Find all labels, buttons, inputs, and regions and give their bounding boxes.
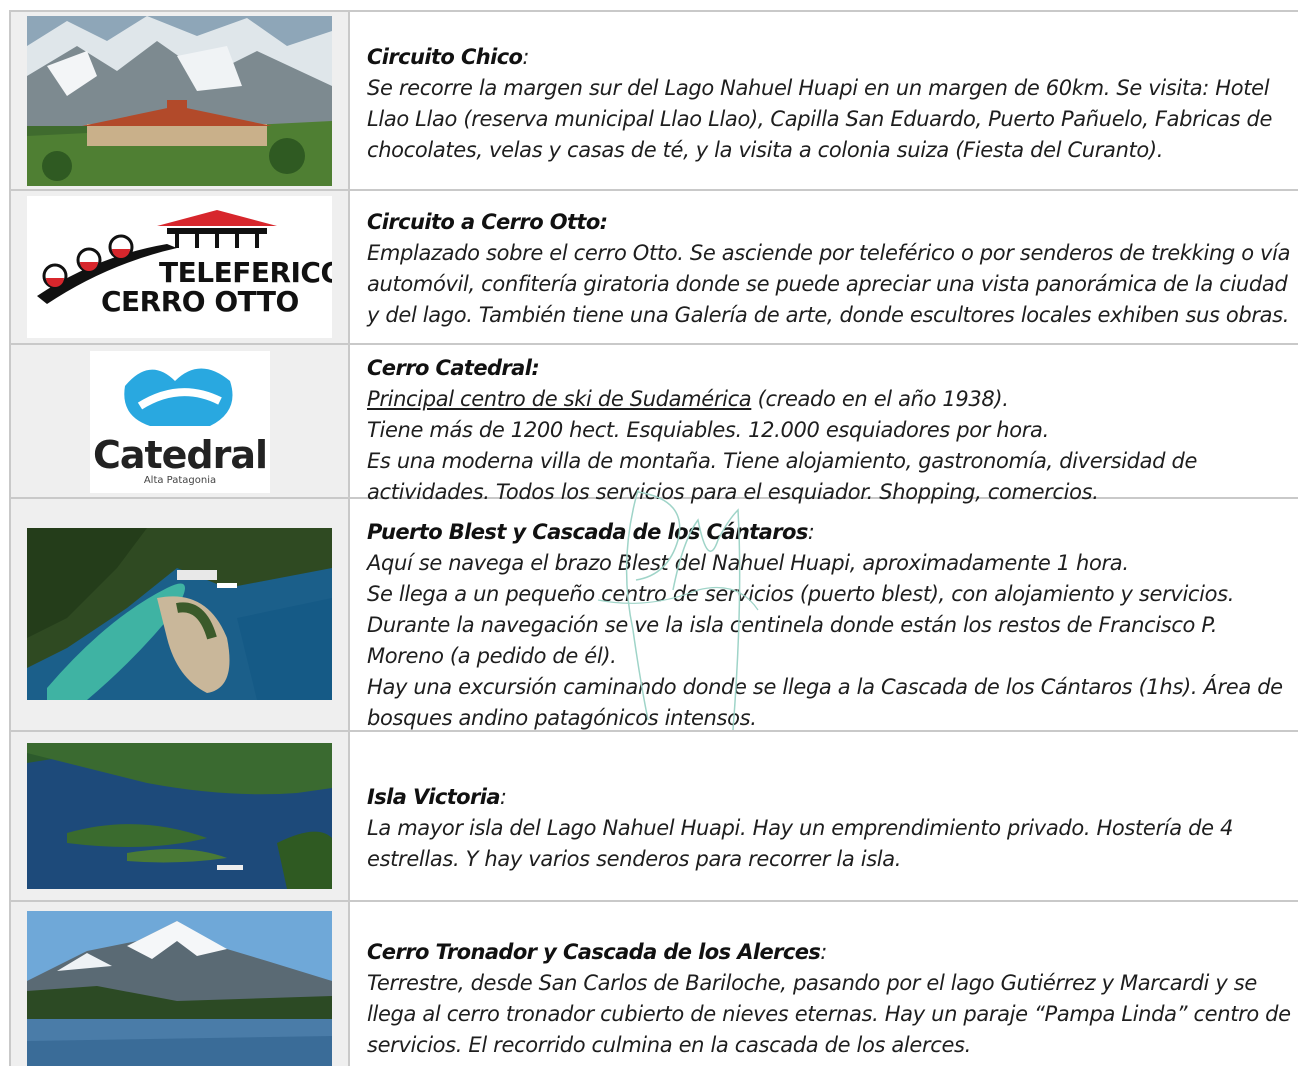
- logo-text-line2: CERRO OTTO: [101, 285, 299, 318]
- paragraph: Se llega a un pequeño centro de servicio…: [367, 582, 1235, 606]
- paragraph: Hay una excursión caminando donde se lle…: [367, 675, 1283, 730]
- image-cell: [11, 499, 350, 730]
- image-cell: TELEFERICO CERRO OTTO: [11, 191, 350, 343]
- paragraph: Tiene más de 1200 hect. Esquiables. 12.0…: [367, 418, 1049, 442]
- excursion-title: Cerro Catedral:: [367, 356, 540, 380]
- title-colon: :: [820, 940, 827, 964]
- text-cell: Puerto Blest y Cascada de los Cántaros: …: [352, 499, 1298, 730]
- paragraph: Terrestre, desde San Carlos de Bariloche…: [367, 971, 1291, 1057]
- table-row: Cerro Tronador y Cascada de los Alerces:…: [11, 902, 1298, 1066]
- image-cell: [11, 902, 350, 1066]
- text-cell: Isla Victoria: La mayor isla del Lago Na…: [352, 732, 1298, 900]
- excursion-title: Cerro Tronador y Cascada de los Alerces: [367, 940, 821, 964]
- excursion-title: Puerto Blest y Cascada de los Cántaros: [367, 520, 808, 544]
- hotel-llao-llao-photo: [27, 16, 332, 186]
- excursion-title: Circuito a Cerro Otto:: [367, 210, 608, 234]
- paragraph: Durante la navegación se ve la isla cent…: [367, 613, 1218, 668]
- text-cell: Circuito Chico: Se recorre la margen sur…: [352, 12, 1298, 189]
- image-cell: Catedral Alta Patagonia: [11, 345, 350, 497]
- table-row: Puerto Blest y Cascada de los Cántaros: …: [11, 499, 1298, 732]
- cerro-tronador-photo: [27, 911, 332, 1066]
- table-row: TELEFERICO CERRO OTTO Circuito a Cerro O…: [11, 191, 1298, 345]
- excursion-title: Isla Victoria: [367, 785, 501, 809]
- excursion-description: Cerro Catedral: Principal centro de ski …: [367, 353, 1296, 508]
- image-cell: [11, 12, 350, 189]
- excursion-description: Circuito Chico: Se recorre la margen sur…: [367, 42, 1296, 166]
- paragraph: La mayor isla del Lago Nahuel Huapi. Hay…: [367, 816, 1233, 871]
- paragraph: Emplazado sobre el cerro Otto. Se ascien…: [367, 241, 1291, 327]
- excursion-description: Puerto Blest y Cascada de los Cántaros: …: [367, 517, 1296, 734]
- excursion-title: Circuito Chico: [367, 45, 523, 69]
- paragraph-rest: (creado en el año 1938).: [751, 387, 1009, 411]
- excursion-description: Circuito a Cerro Otto: Emplazado sobre e…: [367, 207, 1296, 331]
- title-colon: :: [499, 785, 507, 809]
- image-cell: [11, 732, 350, 900]
- excursion-description: Cerro Tronador y Cascada de los Alerces:…: [367, 937, 1296, 1061]
- puerto-blest-photo: [27, 528, 332, 700]
- catedral-logo-name: Catedral: [92, 433, 268, 477]
- paragraph: Aquí se navega el brazo Blest del Nahuel…: [367, 551, 1129, 575]
- underlined-highlight: Principal centro de ski de Sudamérica: [367, 387, 752, 411]
- paragraph: Se recorre la margen sur del Lago Nahuel…: [367, 76, 1273, 162]
- catedral-logo: Catedral Alta Patagonia: [90, 351, 270, 493]
- teleferico-cerro-otto-logo: TELEFERICO CERRO OTTO: [27, 196, 332, 338]
- table-row: Circuito Chico: Se recorre la margen sur…: [11, 12, 1298, 191]
- isla-victoria-photo: [27, 743, 332, 889]
- catedral-logo-subtitle: Alta Patagonia: [143, 475, 217, 486]
- title-colon: :: [807, 520, 815, 544]
- excursions-table: Circuito Chico: Se recorre la margen sur…: [9, 10, 1298, 1066]
- text-cell: Cerro Tronador y Cascada de los Alerces:…: [352, 902, 1298, 1066]
- table-row: Isla Victoria: La mayor isla del Lago Na…: [11, 732, 1298, 902]
- excursions-page: Circuito Chico: Se recorre la margen sur…: [0, 0, 1298, 1066]
- excursion-description: Isla Victoria: La mayor isla del Lago Na…: [367, 782, 1296, 875]
- title-colon: :: [522, 45, 530, 69]
- text-cell: Circuito a Cerro Otto: Emplazado sobre e…: [352, 191, 1298, 343]
- table-row: Catedral Alta Patagonia Cerro Catedral: …: [11, 345, 1298, 504]
- text-cell: Cerro Catedral: Principal centro de ski …: [352, 345, 1298, 504]
